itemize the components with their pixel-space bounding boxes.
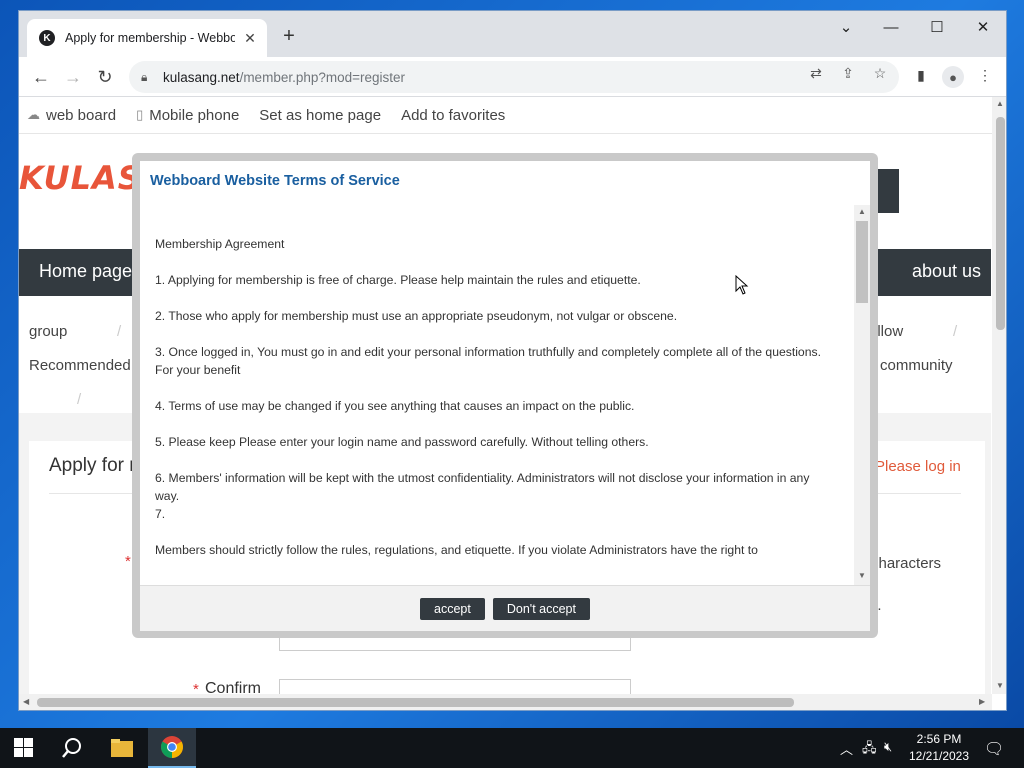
separator: /	[953, 323, 958, 340]
terms-item: 3. Once logged in, You must go in and ed…	[155, 345, 821, 377]
wechat-icon: ☁	[27, 107, 40, 122]
browser-window: K Apply for membership - Webboard ✕ + ⌄ …	[18, 10, 1007, 711]
vertical-scroll-thumb[interactable]	[996, 117, 1005, 330]
scroll-down-icon[interactable]: ▼	[996, 681, 1004, 690]
share-icon[interactable]: ⇪	[839, 65, 857, 82]
horizontal-scroll-thumb[interactable]	[37, 698, 794, 707]
topbar-homepage-link[interactable]: Set as home page	[259, 107, 381, 124]
tab-close-icon[interactable]: ✕	[241, 30, 259, 47]
page-horizontal-scrollbar[interactable]: ◀ ▶	[19, 694, 992, 710]
url-path: /member.php?mod=register	[239, 69, 406, 85]
nav-home-link[interactable]: Home page	[39, 261, 132, 282]
topbar-label: Mobile phone	[149, 106, 240, 124]
browser-toolbar: ← → ↻ 🔒︎ kulasang.net/member.php?mod=reg…	[19, 57, 1006, 97]
minimize-button[interactable]: —	[879, 19, 903, 37]
terms-scrollbar[interactable]: ▲ ▼	[854, 205, 870, 585]
show-hidden-icons-chevron-icon[interactable]: ︿	[840, 739, 853, 758]
clock-date: 12/21/2023	[908, 749, 970, 763]
scroll-left-icon[interactable]: ◀	[23, 697, 29, 706]
confirm-password-field[interactable]	[279, 679, 631, 694]
site-topbar: ☁ web board ▯ Mobile phone Set as home p…	[19, 97, 992, 134]
profile-avatar-icon[interactable]: ●	[942, 66, 964, 88]
tab-search-chevron-icon[interactable]: ⌄	[834, 19, 858, 37]
lock-icon: 🔒︎	[141, 69, 148, 84]
taskbar-clock[interactable]: 2:56 PM 12/21/2023	[904, 731, 974, 765]
scroll-up-icon[interactable]: ▲	[858, 207, 866, 216]
separator: /	[117, 323, 122, 340]
sublink-community[interactable]: community	[880, 357, 953, 374]
terms-item: 6. Members' information will be kept wit…	[155, 471, 810, 521]
url-host: kulasang.net	[163, 69, 240, 85]
scroll-down-icon[interactable]: ▼	[858, 571, 866, 580]
terms-item: 1. Applying for membership is free of ch…	[155, 273, 641, 287]
terms-textarea[interactable]: Membership Agreement 1. Applying for mem…	[140, 205, 870, 585]
terms-content: Membership Agreement 1. Applying for mem…	[155, 235, 835, 577]
topbar-label: web board	[46, 106, 117, 124]
address-bar[interactable]: 🔒︎ kulasang.net/member.php?mod=register	[129, 61, 899, 93]
modal-title: Webboard Website Terms of Service	[150, 173, 400, 189]
required-mark: *	[125, 553, 131, 570]
new-tab-button[interactable]: +	[277, 25, 301, 47]
mobile-phone-icon: ▯	[136, 107, 144, 122]
required-mark: *	[193, 681, 199, 694]
maximize-button[interactable]: ☐	[925, 19, 949, 37]
close-window-button[interactable]: ✕	[971, 19, 995, 37]
page-viewport: ☁ web board ▯ Mobile phone Set as home p…	[19, 97, 992, 694]
scroll-up-icon[interactable]: ▲	[996, 99, 1004, 108]
terms-item: 4. Terms of use may be changed if you se…	[155, 399, 635, 413]
tab-title: Apply for membership - Webboard	[65, 31, 235, 45]
topbar-favorites-link[interactable]: Add to favorites	[401, 107, 505, 124]
topbar-web-board-link[interactable]: ☁ web board	[27, 107, 116, 124]
reload-icon[interactable]: ↻	[93, 65, 117, 89]
terms-item: Members should strictly follow the rules…	[155, 543, 758, 557]
page-vertical-scrollbar[interactable]: ▲ ▼	[992, 97, 1006, 694]
browser-tab[interactable]: K Apply for membership - Webboard ✕	[27, 19, 267, 57]
clock-time: 2:56 PM	[916, 732, 962, 746]
confirm-label: Confirm	[205, 680, 262, 694]
sublink-group[interactable]: group	[29, 323, 67, 340]
username-hint: characters	[871, 555, 942, 572]
terms-scroll-thumb[interactable]	[856, 221, 868, 303]
file-explorer-icon[interactable]	[98, 728, 146, 768]
bookmark-star-icon[interactable]: ☆	[871, 65, 889, 82]
windows-taskbar: ︿ 🖧︎ 🔇︎ 2:56 PM 12/21/2023 🗨︎	[0, 728, 1024, 768]
separator: /	[77, 391, 82, 408]
forward-arrow-icon[interactable]: →	[61, 65, 85, 89]
login-link[interactable]: Please log in	[875, 458, 961, 475]
side-panel-icon[interactable]: ▮	[911, 67, 931, 84]
terms-heading: Membership Agreement	[155, 237, 285, 251]
nav-about-link[interactable]: about us	[912, 261, 981, 282]
start-windows-icon[interactable]	[14, 738, 34, 758]
topbar-label: Add to favorites	[401, 106, 506, 124]
chrome-icon[interactable]	[148, 728, 196, 768]
terms-modal: Webboard Website Terms of Service Member…	[140, 161, 870, 631]
page-title: Apply for m	[49, 455, 146, 476]
modal-footer: accept Don't accept	[140, 585, 870, 631]
site-favicon-icon: K	[39, 30, 55, 46]
volume-muted-icon[interactable]: 🔇︎	[884, 739, 892, 755]
translate-icon[interactable]: ⇄	[807, 65, 825, 82]
accept-button[interactable]: accept	[420, 597, 485, 620]
search-icon[interactable]	[48, 728, 96, 768]
terms-item: 2. Those who apply for membership must u…	[155, 309, 678, 323]
decline-button[interactable]: Don't accept	[492, 597, 590, 620]
terms-item: 5. Please keep Please enter your login n…	[155, 435, 649, 449]
topbar-mobile-link[interactable]: ▯ Mobile phone	[136, 107, 239, 124]
mouse-pointer-icon	[735, 275, 749, 295]
back-arrow-icon[interactable]: ←	[29, 65, 53, 89]
network-icon[interactable]: 🖧︎	[862, 739, 877, 761]
tab-strip: K Apply for membership - Webboard ✕ + ⌄ …	[19, 11, 1006, 57]
notification-icon[interactable]: 🗨︎	[984, 739, 1004, 759]
menu-kebab-icon[interactable]: ⋮	[975, 67, 995, 84]
sublink-recommended[interactable]: Recommended t	[29, 357, 139, 374]
topbar-label: Set as home page	[259, 106, 382, 124]
scroll-right-icon[interactable]: ▶	[979, 697, 985, 706]
